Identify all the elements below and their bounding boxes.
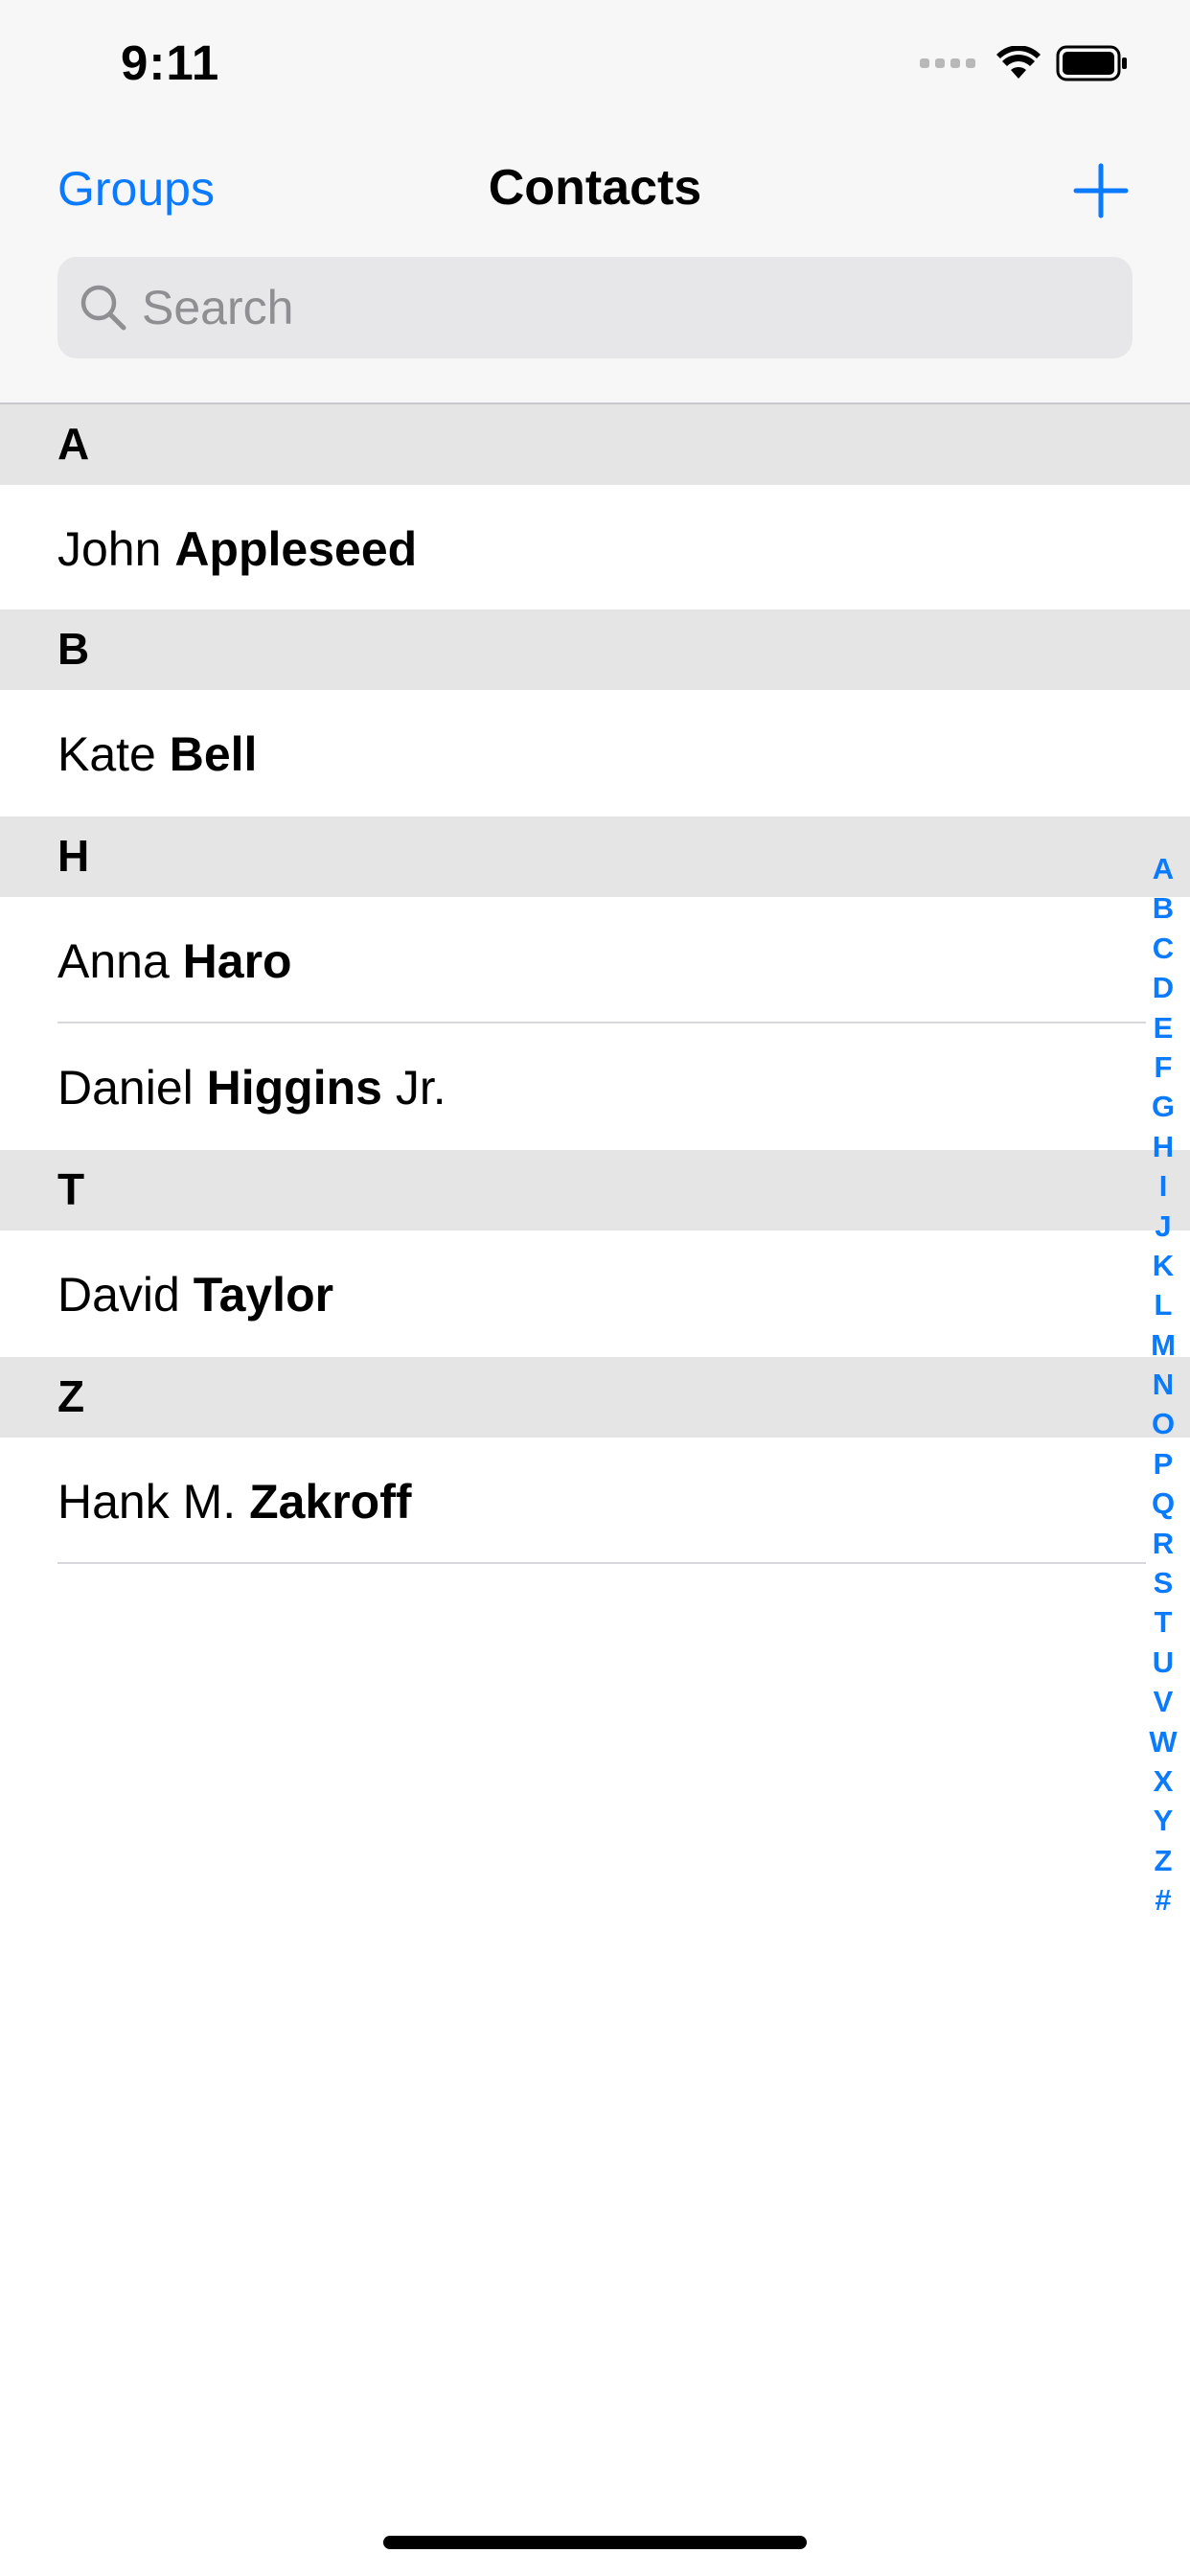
search-input[interactable] xyxy=(142,264,1081,351)
contact-row[interactable]: Kate Bell xyxy=(0,690,1190,815)
contact-name: Hank M. Zakroff xyxy=(57,1474,412,1530)
contact-name: Daniel Higgins Jr. xyxy=(57,1060,446,1116)
first-name: John xyxy=(57,522,175,576)
last-name: Taylor xyxy=(193,1268,334,1322)
last-name: Zakroff xyxy=(249,1475,412,1529)
section-index-bar[interactable]: A B C D E F G H I J K L M N O P Q R S T … xyxy=(1144,849,1182,1920)
section-letter: B xyxy=(57,624,90,674)
first-name: Kate xyxy=(57,727,170,781)
index-letter-q[interactable]: Q xyxy=(1144,1484,1182,1523)
status-time: 9:11 xyxy=(121,35,220,90)
section-header-t: T xyxy=(0,1150,1190,1230)
contact-row[interactable]: Anna Haro xyxy=(0,897,1190,1022)
section-header-z: Z xyxy=(0,1357,1190,1438)
last-name: Bell xyxy=(169,727,258,781)
index-letter-w[interactable]: W xyxy=(1144,1722,1182,1761)
cellular-signal-icon xyxy=(920,58,975,68)
index-letter-y[interactable]: Y xyxy=(1144,1801,1182,1840)
index-letter-l[interactable]: L xyxy=(1144,1285,1182,1324)
contact-name: John Appleseed xyxy=(57,521,417,577)
index-letter-n[interactable]: N xyxy=(1144,1365,1182,1404)
index-letter-b[interactable]: B xyxy=(1144,888,1182,928)
index-letter-s[interactable]: S xyxy=(1144,1563,1182,1602)
search-bar[interactable] xyxy=(57,257,1133,358)
contact-name: David Taylor xyxy=(57,1267,333,1322)
contact-row[interactable]: Hank M. Zakroff xyxy=(0,1438,1190,1562)
contact-name: Kate Bell xyxy=(57,726,257,782)
index-letter-h[interactable]: H xyxy=(1144,1127,1182,1166)
index-letter-x[interactable]: X xyxy=(1144,1761,1182,1801)
index-letter-v[interactable]: V xyxy=(1144,1682,1182,1721)
status-indicators xyxy=(920,42,1129,84)
first-name: Daniel xyxy=(57,1061,207,1115)
index-letter-p[interactable]: P xyxy=(1144,1444,1182,1484)
section-header-h: H xyxy=(0,816,1190,897)
index-letter-d[interactable]: D xyxy=(1144,968,1182,1007)
index-letter-m[interactable]: M xyxy=(1144,1325,1182,1365)
first-name: Hank M. xyxy=(57,1475,250,1529)
section-header-a: A xyxy=(0,404,1190,485)
index-letter-u[interactable]: U xyxy=(1144,1643,1182,1682)
first-name: David xyxy=(57,1268,194,1322)
plus-icon[interactable] xyxy=(1073,163,1129,218)
section-letter: A xyxy=(57,419,90,469)
search-icon xyxy=(80,285,126,331)
first-name: Anna xyxy=(57,934,183,988)
groups-button[interactable]: Groups xyxy=(57,161,215,217)
row-separator xyxy=(57,1562,1146,1564)
index-letter-t[interactable]: T xyxy=(1144,1602,1182,1642)
home-indicator[interactable] xyxy=(383,2536,807,2549)
index-letter-i[interactable]: I xyxy=(1144,1166,1182,1206)
contact-name: Anna Haro xyxy=(57,933,292,989)
contact-row[interactable]: David Taylor xyxy=(0,1230,1190,1355)
index-letter-c[interactable]: C xyxy=(1144,929,1182,968)
index-letter-j[interactable]: J xyxy=(1144,1207,1182,1246)
index-letter-f[interactable]: F xyxy=(1144,1047,1182,1087)
section-header-b: B xyxy=(0,610,1190,690)
section-letter: H xyxy=(57,831,90,881)
navigation-header: 9:11 Groups Contacts xyxy=(0,0,1190,404)
last-name: Higgins xyxy=(206,1061,382,1115)
last-name: Appleseed xyxy=(174,522,418,576)
index-letter-r[interactable]: R xyxy=(1144,1524,1182,1563)
index-letter-k[interactable]: K xyxy=(1144,1246,1182,1285)
wifi-icon xyxy=(996,46,1041,79)
name-suffix: Jr. xyxy=(381,1061,446,1115)
index-letter-g[interactable]: G xyxy=(1144,1087,1182,1126)
contact-row[interactable]: Daniel Higgins Jr. xyxy=(0,1024,1190,1148)
last-name: Haro xyxy=(182,934,292,988)
index-letter-o[interactable]: O xyxy=(1144,1404,1182,1443)
index-letter-hash[interactable]: # xyxy=(1144,1880,1182,1920)
battery-icon xyxy=(1056,45,1127,81)
contact-row[interactable]: John Appleseed xyxy=(0,485,1190,610)
index-letter-z[interactable]: Z xyxy=(1144,1841,1182,1880)
index-letter-e[interactable]: E xyxy=(1144,1008,1182,1047)
section-letter: T xyxy=(57,1164,85,1214)
index-letter-a[interactable]: A xyxy=(1144,849,1182,888)
section-letter: Z xyxy=(57,1371,85,1421)
